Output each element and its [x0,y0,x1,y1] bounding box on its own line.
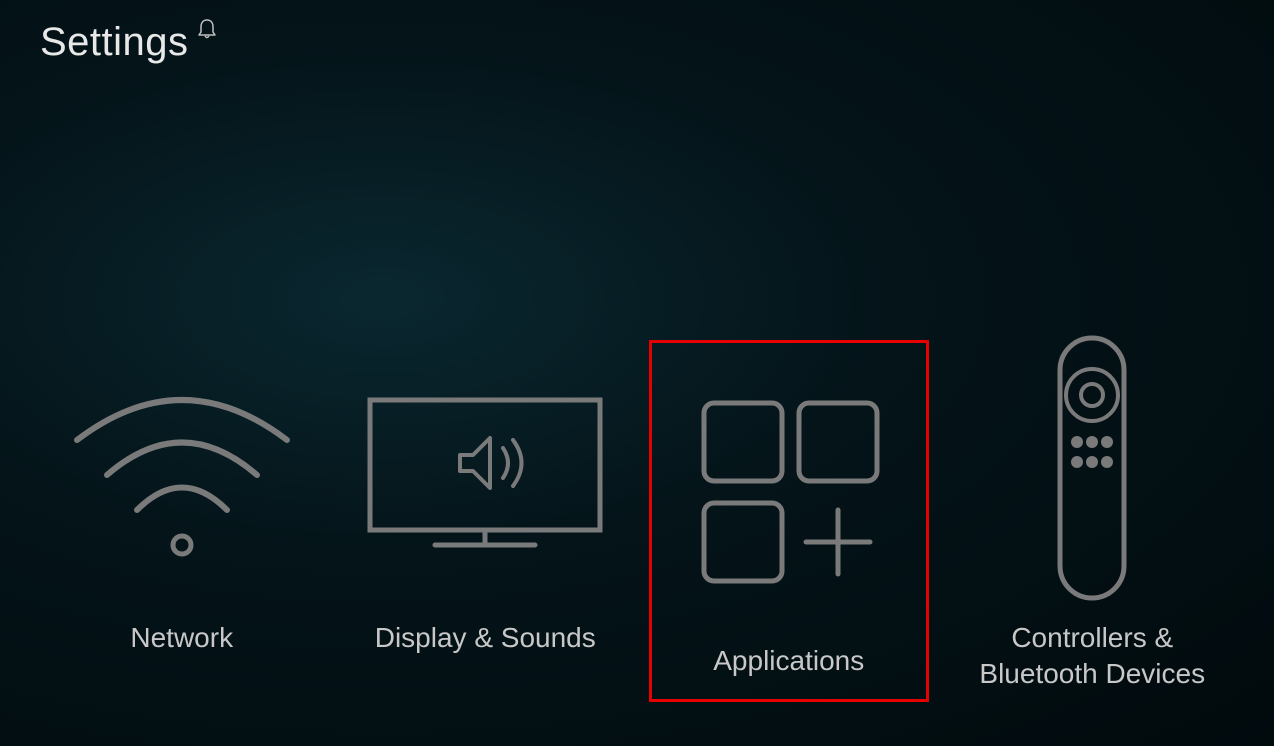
tile-applications-label: Applications [713,643,864,679]
apps-grid-icon [679,343,899,643]
tile-network[interactable]: Network [42,340,322,656]
tile-network-label: Network [130,620,233,656]
tile-controllers-bluetooth-label: Controllers & Bluetooth Devices [952,620,1232,693]
tile-controllers-bluetooth[interactable]: Controllers & Bluetooth Devices [952,340,1232,693]
tile-applications[interactable]: Applications [649,340,929,702]
page-title: Settings [40,20,189,65]
tile-display-sounds-label: Display & Sounds [375,620,596,656]
remote-icon [1032,340,1152,600]
tile-display-sounds[interactable]: Display & Sounds [345,340,625,656]
tv-speaker-icon [355,340,615,600]
wifi-icon [57,340,307,600]
notification-icon[interactable] [197,18,217,40]
header: Settings [40,20,217,65]
settings-tiles: Network Display & Sounds Ap [0,340,1274,702]
